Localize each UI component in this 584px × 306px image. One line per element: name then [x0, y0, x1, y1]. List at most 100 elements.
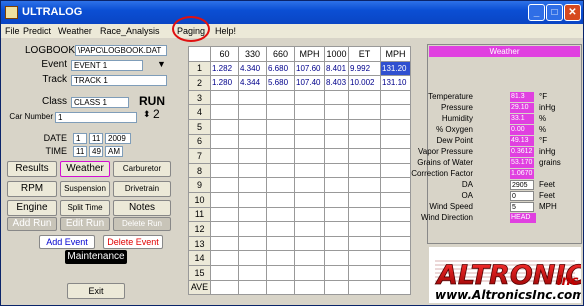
table-cell[interactable] — [294, 162, 325, 179]
table-cell[interactable] — [210, 206, 239, 223]
table-cell[interactable] — [294, 118, 325, 135]
minimize-button[interactable]: _ — [528, 4, 545, 21]
table-cell[interactable] — [238, 235, 267, 252]
drivetrain-button[interactable]: Drivetrain — [113, 181, 171, 197]
time-ampm-field[interactable]: AM — [105, 146, 123, 157]
table-row[interactable]: 2 1.280 4.344 5.680 107.40 8.403 10.002 131.10 — [188, 75, 411, 91]
suspension-button[interactable]: Suspension — [60, 181, 110, 197]
menu-race-analysis[interactable]: Race_Analysis — [100, 26, 160, 36]
table-cell[interactable] — [324, 162, 349, 179]
date-day-field[interactable]: 11 — [89, 133, 103, 144]
table-cell[interactable] — [210, 104, 239, 120]
table-cell[interactable] — [210, 221, 239, 237]
table-row[interactable]: 15 — [188, 264, 411, 281]
table-cell[interactable]: 8.401 — [324, 60, 349, 77]
weather-value[interactable]: 5 — [510, 202, 534, 212]
table-cell[interactable] — [210, 118, 239, 135]
table-cell[interactable] — [266, 279, 295, 296]
table-cell[interactable] — [348, 221, 381, 237]
weather-button[interactable]: Weather — [60, 161, 110, 177]
table-cell[interactable] — [324, 191, 349, 208]
weather-value[interactable]: 81.3 — [510, 92, 534, 102]
table-cell[interactable] — [324, 279, 349, 296]
table-cell[interactable]: 107.60 — [294, 60, 325, 77]
track-field[interactable]: TRACK 1 — [71, 75, 167, 86]
split-time-button[interactable]: Split Time — [60, 200, 110, 216]
table-cell[interactable] — [266, 133, 295, 150]
table-cell[interactable] — [380, 250, 411, 266]
table-cell[interactable] — [238, 133, 267, 150]
run-field[interactable]: 2 — [151, 108, 169, 123]
table-cell[interactable] — [210, 250, 239, 266]
table-cell[interactable]: 1.282 — [210, 60, 239, 77]
time-minute-field[interactable]: 49 — [89, 146, 103, 157]
table-cell[interactable] — [324, 118, 349, 135]
table-cell[interactable] — [238, 177, 267, 193]
table-cell[interactable]: 8.403 — [324, 75, 349, 91]
table-cell[interactable] — [238, 89, 267, 106]
table-cell[interactable]: 10.002 — [348, 75, 381, 91]
exit-button[interactable]: Exit — [67, 283, 125, 299]
table-cell[interactable] — [380, 235, 411, 252]
results-button[interactable]: Results — [7, 161, 57, 177]
weather-value[interactable]: 0 — [510, 191, 534, 201]
table-cell[interactable] — [294, 133, 325, 150]
table-cell[interactable] — [294, 191, 325, 208]
chevron-down-icon[interactable]: ▼ — [157, 59, 166, 69]
table-row[interactable]: 12 — [188, 221, 411, 237]
table-cell[interactable] — [266, 162, 295, 179]
table-cell[interactable] — [324, 148, 349, 164]
table-cell[interactable] — [210, 148, 239, 164]
run-stepper-icon[interactable]: ⬍ — [143, 109, 151, 120]
table-cell[interactable] — [294, 177, 325, 193]
edit-run-button[interactable]: Edit Run — [60, 217, 110, 231]
table-cell[interactable] — [266, 250, 295, 266]
table-cell[interactable] — [348, 250, 381, 266]
table-cell[interactable] — [238, 191, 267, 208]
table-cell[interactable] — [266, 104, 295, 120]
table-cell[interactable] — [210, 191, 239, 208]
table-cell[interactable]: 9.992 — [348, 60, 381, 77]
menu-weather[interactable]: Weather — [58, 26, 92, 36]
table-cell[interactable] — [380, 221, 411, 237]
table-cell[interactable] — [294, 206, 325, 223]
table-cell[interactable]: 4.340 — [238, 60, 267, 77]
table-cell[interactable] — [324, 221, 349, 237]
table-cell[interactable] — [324, 250, 349, 266]
table-cell[interactable] — [238, 221, 267, 237]
table-cell[interactable] — [210, 162, 239, 179]
table-cell[interactable] — [266, 118, 295, 135]
table-cell[interactable] — [238, 162, 267, 179]
table-cell[interactable] — [238, 118, 267, 135]
add-event-button[interactable]: Add Event — [39, 235, 95, 249]
table-cell[interactable] — [238, 104, 267, 120]
table-cell[interactable] — [348, 235, 381, 252]
table-cell[interactable] — [380, 264, 411, 281]
table-cell[interactable] — [266, 148, 295, 164]
engine-button[interactable]: Engine — [7, 200, 57, 216]
table-cell[interactable] — [266, 221, 295, 237]
delete-run-button[interactable]: Delete Run — [113, 217, 171, 231]
menu-predict[interactable]: Predict — [23, 26, 51, 36]
weather-value[interactable]: 53.170 — [510, 158, 534, 168]
weather-value[interactable]: 49.13 — [510, 136, 534, 146]
date-month-field[interactable]: 1 — [73, 133, 87, 144]
table-cell[interactable] — [294, 250, 325, 266]
table-cell[interactable] — [324, 235, 349, 252]
carburetor-button[interactable]: Carburetor — [113, 161, 171, 177]
table-cell[interactable] — [266, 89, 295, 106]
time-hour-field[interactable]: 11 — [73, 146, 87, 157]
close-button[interactable]: ✕ — [564, 4, 581, 21]
table-cell[interactable] — [238, 279, 267, 296]
menu-help[interactable]: Help! — [215, 26, 236, 36]
table-cell[interactable] — [294, 264, 325, 281]
table-cell[interactable] — [266, 264, 295, 281]
table-row[interactable]: AVE — [188, 279, 411, 296]
table-cell[interactable]: 107.40 — [294, 75, 325, 91]
table-cell[interactable]: 131.10 — [380, 75, 411, 91]
table-cell[interactable] — [210, 177, 239, 193]
table-cell[interactable] — [210, 89, 239, 106]
table-cell[interactable] — [210, 133, 239, 150]
date-year-field[interactable]: 2009 — [105, 133, 131, 144]
table-cell[interactable]: 6.680 — [266, 60, 295, 77]
